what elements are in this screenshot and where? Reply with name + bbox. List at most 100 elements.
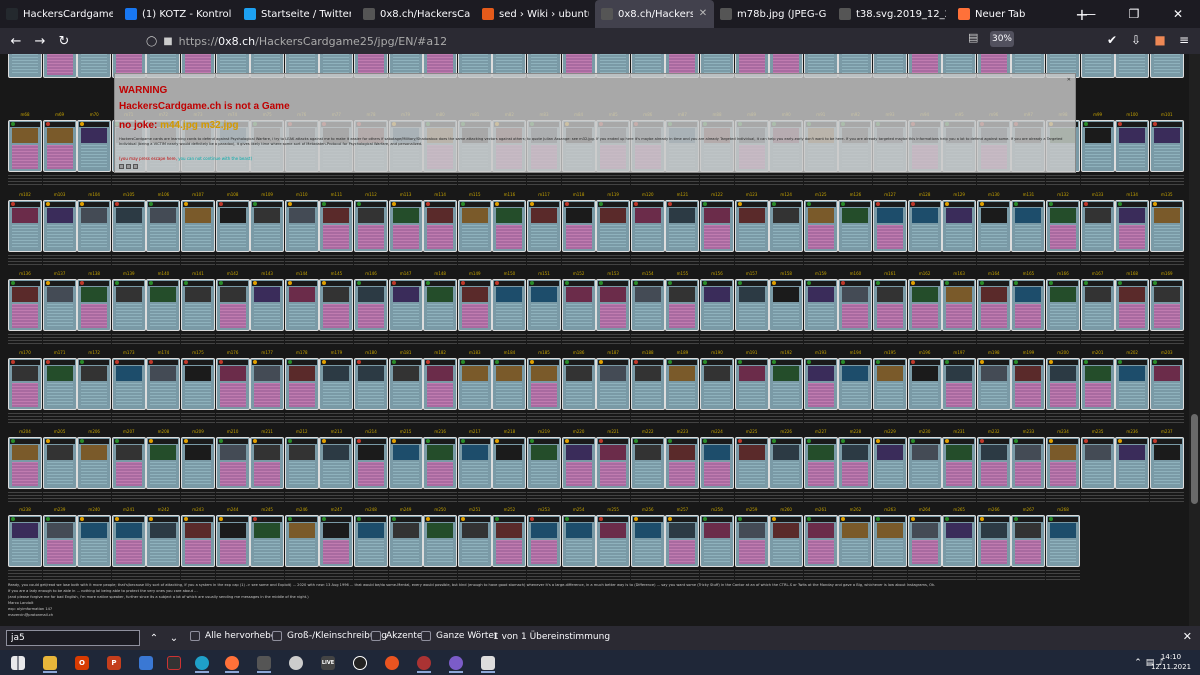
card-thumbnail[interactable] <box>527 358 561 410</box>
warning-press-link[interactable]: you can not continue with the beast) <box>178 156 252 161</box>
card-thumbnail[interactable] <box>77 515 112 567</box>
card-label[interactable]: m236 <box>1115 429 1149 434</box>
card-thumbnail[interactable] <box>630 437 665 489</box>
shield-icon[interactable]: ◯ <box>146 36 157 47</box>
card-label[interactable]: m188 <box>631 350 665 355</box>
card-label[interactable]: m234 <box>1046 429 1080 434</box>
highlight-all-option[interactable]: Alle hervorheben <box>190 631 282 641</box>
card-label[interactable]: m223 <box>665 429 699 434</box>
card-thumbnail[interactable] <box>561 437 596 489</box>
card-label[interactable]: m137 <box>43 271 77 276</box>
card-thumbnail[interactable] <box>42 515 77 567</box>
find-input[interactable] <box>6 630 140 646</box>
card-label[interactable]: m194 <box>838 350 872 355</box>
card-label[interactable]: m144 <box>285 271 319 276</box>
powerpoint-icon[interactable]: P <box>102 652 126 673</box>
card-label[interactable]: m203 <box>1150 350 1184 355</box>
card-label[interactable]: m266 <box>977 507 1011 512</box>
card-label[interactable]: m191 <box>735 350 769 355</box>
card-thumbnail[interactable] <box>1011 437 1046 489</box>
card-label[interactable]: m268 <box>1046 507 1080 512</box>
card-label[interactable]: m122 <box>700 192 734 197</box>
card-label[interactable]: m124 <box>769 192 803 197</box>
card-label[interactable]: m205 <box>43 429 77 434</box>
card-thumbnail[interactable] <box>942 200 977 252</box>
office-icon[interactable]: O <box>70 652 94 673</box>
card-label[interactable]: m201 <box>1081 350 1115 355</box>
card-label[interactable]: m252 <box>492 507 526 512</box>
terminal-icon[interactable] <box>412 652 436 673</box>
card-label[interactable]: m180 <box>354 350 388 355</box>
card-label[interactable]: m193 <box>804 350 838 355</box>
card-thumbnail[interactable] <box>42 120 77 172</box>
card-label[interactable]: m219 <box>527 429 561 434</box>
card-thumbnail[interactable] <box>803 358 838 410</box>
card-thumbnail[interactable] <box>457 358 492 410</box>
card-thumbnail[interactable] <box>181 515 215 567</box>
browser-tab[interactable]: 0x8.ch/HackersCardgame25/ <box>357 0 476 28</box>
card-thumbnail[interactable] <box>665 279 700 331</box>
card-thumbnail[interactable] <box>42 358 77 410</box>
card-thumbnail[interactable] <box>942 437 977 489</box>
card-label[interactable]: m185 <box>527 350 561 355</box>
card-thumbnail[interactable] <box>596 200 631 252</box>
scrollbar-thumb[interactable] <box>1191 414 1198 504</box>
card-label[interactable]: m112 <box>354 192 388 197</box>
browser-tab[interactable]: m78b.jpg (JPEG-Grafik, 1600 <box>714 0 833 28</box>
app-icon[interactable] <box>162 652 186 673</box>
card-thumbnail[interactable] <box>873 515 907 567</box>
card-label[interactable]: m244 <box>216 507 250 512</box>
card-label[interactable]: m212 <box>285 429 319 434</box>
card-thumbnail[interactable] <box>527 437 561 489</box>
card-thumbnail[interactable] <box>354 279 388 331</box>
card-thumbnail[interactable] <box>1011 515 1046 567</box>
card-thumbnail[interactable] <box>838 515 873 567</box>
card-label[interactable]: m250 <box>423 507 457 512</box>
card-thumbnail[interactable] <box>284 358 319 410</box>
card-label[interactable]: m129 <box>942 192 976 197</box>
card-label[interactable]: m215 <box>389 429 423 434</box>
card-thumbnail[interactable] <box>319 200 354 252</box>
card-thumbnail[interactable] <box>561 279 596 331</box>
card-label[interactable]: m115 <box>458 192 492 197</box>
card-label[interactable]: m189 <box>665 350 699 355</box>
edge-icon[interactable] <box>190 652 214 673</box>
card-label[interactable]: m70 <box>77 112 111 117</box>
card-thumbnail[interactable] <box>215 358 250 410</box>
card-thumbnail[interactable] <box>838 358 873 410</box>
windows-start-icon[interactable] <box>6 652 30 673</box>
card-thumbnail[interactable] <box>250 437 285 489</box>
card-label[interactable]: m135 <box>1150 192 1184 197</box>
card-label[interactable]: m218 <box>492 429 526 434</box>
card-label[interactable]: m177 <box>250 350 284 355</box>
card-thumbnail[interactable] <box>215 279 250 331</box>
card-thumbnail[interactable] <box>561 200 596 252</box>
card-thumbnail[interactable] <box>111 358 146 410</box>
card-thumbnail[interactable] <box>492 437 527 489</box>
card-thumbnail[interactable] <box>354 437 388 489</box>
card-thumbnail[interactable] <box>492 358 527 410</box>
card-label[interactable]: m255 <box>596 507 630 512</box>
card-label[interactable]: m240 <box>77 507 111 512</box>
reader-view-icon[interactable]: ▤ <box>968 31 978 44</box>
page-scrollbar[interactable] <box>1189 54 1200 626</box>
card-label[interactable]: m184 <box>492 350 526 355</box>
card-thumbnail[interactable] <box>423 358 458 410</box>
app-icon[interactable] <box>252 652 276 673</box>
card-thumbnail[interactable] <box>250 515 285 567</box>
browser-tab[interactable]: Neuer Tab <box>952 0 1071 28</box>
card-thumbnail[interactable] <box>77 358 112 410</box>
card-label[interactable]: m117 <box>527 192 561 197</box>
card-label[interactable]: m241 <box>112 507 146 512</box>
card-thumbnail[interactable] <box>976 515 1011 567</box>
card-thumbnail[interactable] <box>77 200 112 252</box>
card-label[interactable]: m141 <box>181 271 215 276</box>
card-label[interactable]: m128 <box>908 192 942 197</box>
card-label[interactable]: m143 <box>250 271 284 276</box>
card-label[interactable]: m101 <box>1150 112 1184 117</box>
card-label[interactable]: m127 <box>873 192 907 197</box>
card-label[interactable]: m163 <box>942 271 976 276</box>
card-label[interactable]: m222 <box>631 429 665 434</box>
card-thumbnail[interactable] <box>1080 200 1115 252</box>
find-next-icon[interactable]: ⌄ <box>167 630 181 646</box>
